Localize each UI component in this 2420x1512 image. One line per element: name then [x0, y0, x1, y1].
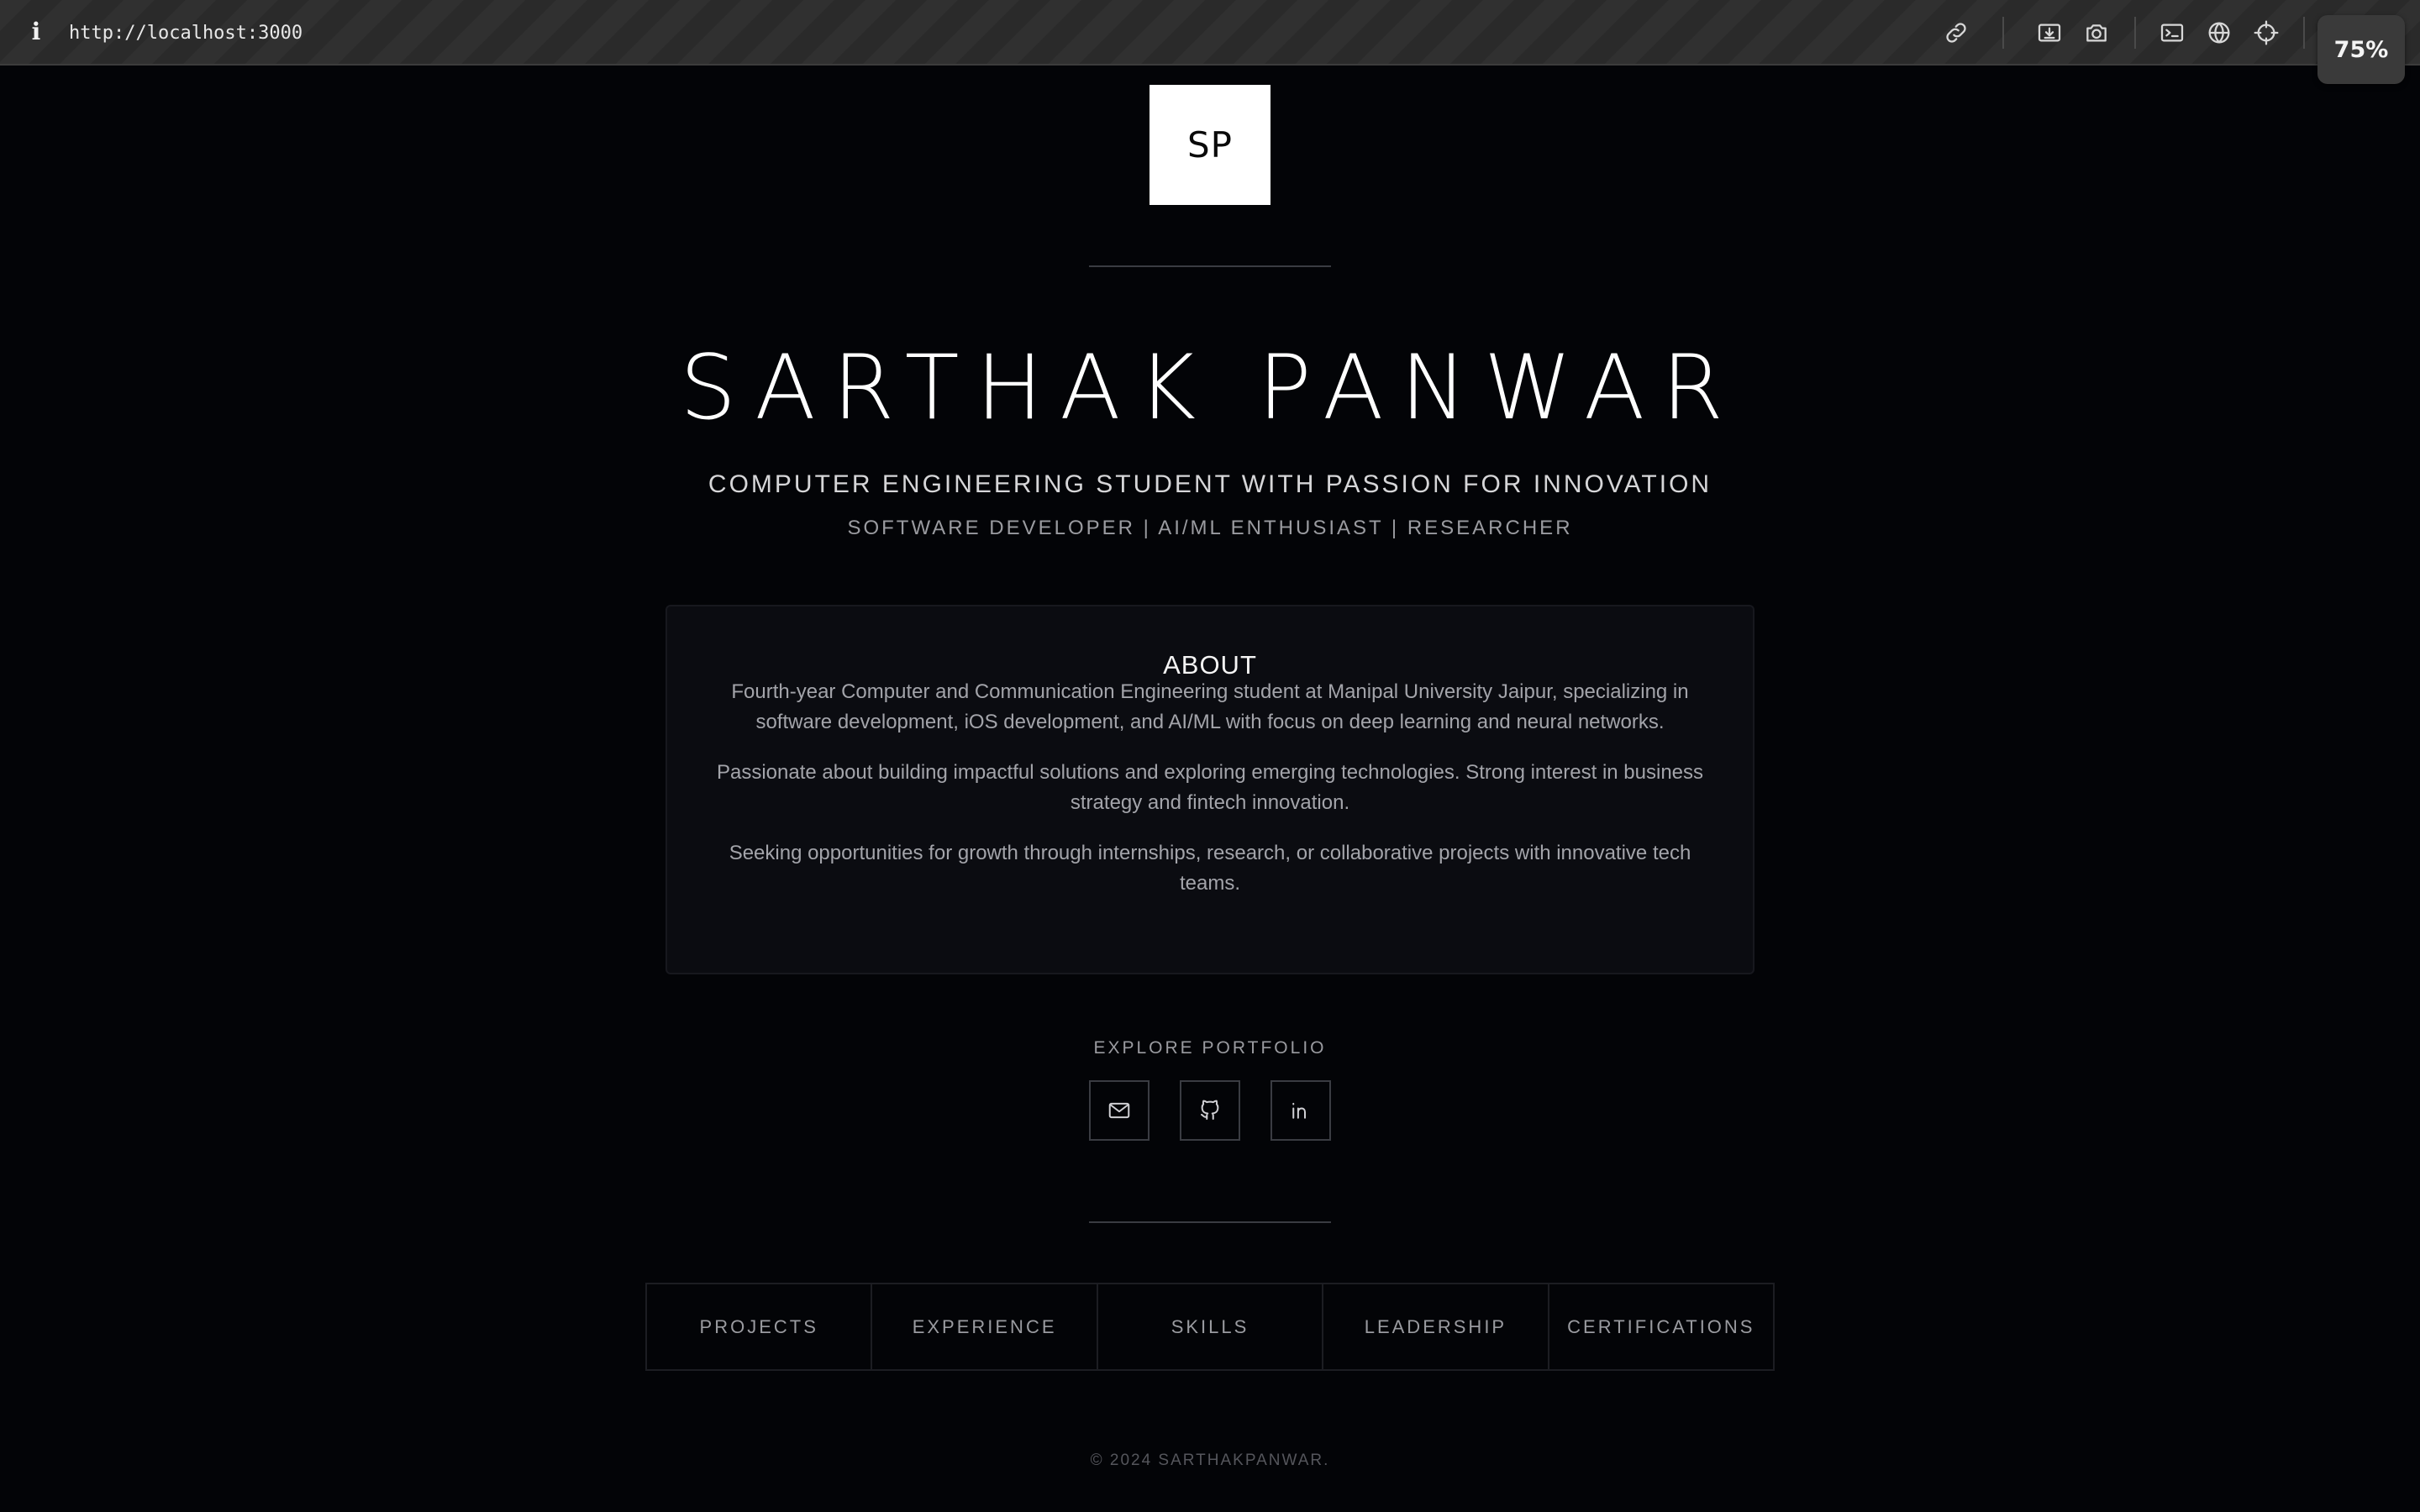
top-divider [1089, 265, 1331, 267]
camera-icon[interactable] [2082, 18, 2111, 47]
about-title: ABOUT [1163, 650, 1257, 680]
hero-tagline: COMPUTER ENGINEERING STUDENT WITH PASSIO… [708, 470, 1712, 498]
about-paragraph: Fourth-year Computer and Communication E… [731, 680, 1689, 733]
github-icon [1201, 1100, 1219, 1120]
monogram-logo: SP [1150, 85, 1270, 205]
hero-name: SARTHAK PANWAR [679, 336, 1740, 439]
toolbar-separator [2303, 17, 2305, 49]
download-icon[interactable] [2035, 18, 2064, 47]
nav-projects[interactable]: PROJECTS [647, 1284, 873, 1369]
nav-leadership[interactable]: LEADERSHIP [1323, 1284, 1549, 1369]
github-link[interactable] [1180, 1080, 1240, 1141]
about-paragraph: Seeking opportunities for growth through… [729, 842, 1691, 895]
crosshair-icon[interactable] [2252, 18, 2281, 47]
toolbar-separator [2134, 17, 2136, 49]
email-link[interactable] [1089, 1080, 1150, 1141]
footer-copyright: © 2024 SARTHAKPANWAR. [1090, 1452, 1330, 1469]
address-bar[interactable]: http://localhost:3000 [69, 17, 302, 50]
nav-certifications[interactable]: CERTIFICATIONS [1549, 1284, 1773, 1369]
link-icon[interactable] [1942, 18, 1970, 47]
nav-skills[interactable]: SKILLS [1098, 1284, 1324, 1369]
toolbar-separator [2002, 17, 2004, 49]
hero-roles: SOFTWARE DEVELOPER | AI/ML ENTHUSIAST | … [847, 517, 1573, 539]
about-card: ABOUT Fourth-year Computer and Communica… [666, 605, 1754, 974]
nav-experience[interactable]: EXPERIENCE [872, 1284, 1098, 1369]
info-icon[interactable]: i [25, 15, 47, 49]
terminal-icon[interactable] [2158, 18, 2186, 47]
browser-toolbar: i http://localhost:3000 [0, 0, 2420, 66]
explore-portfolio-label: EXPLORE PORTFOLIO [1093, 1038, 1327, 1058]
linkedin-link[interactable] [1270, 1080, 1331, 1141]
about-paragraph: Passionate about building impactful solu… [716, 761, 1704, 814]
portfolio-page: SP SARTHAK PANWAR COMPUTER ENGINEERING S… [0, 67, 2420, 1512]
globe-icon[interactable] [2205, 18, 2233, 47]
bottom-divider [1089, 1221, 1331, 1223]
linkedin-icon [1292, 1102, 1306, 1119]
section-nav: PROJECTS EXPERIENCE SKILLS LEADERSHIP CE… [645, 1283, 1775, 1371]
mail-icon [1108, 1102, 1130, 1119]
